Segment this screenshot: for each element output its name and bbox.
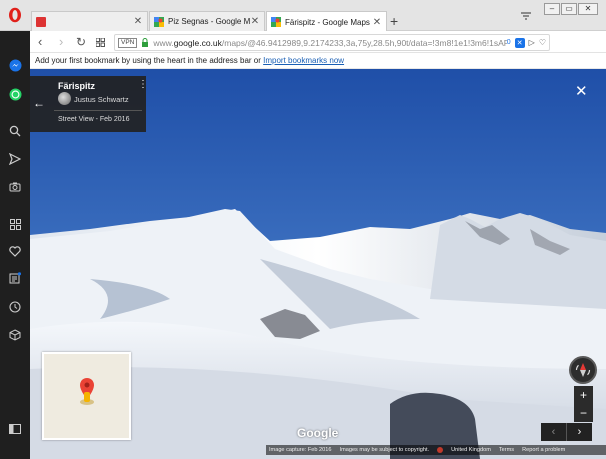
close-window-button[interactable]: ✕ — [578, 3, 598, 15]
tab-farispitz[interactable]: Färispitz - Google Maps ✕ — [266, 11, 387, 32]
zoom-controls: + − — [574, 386, 593, 422]
minimize-button[interactable]: – — [544, 3, 560, 15]
place-title[interactable]: Färispitz — [58, 81, 95, 91]
new-tab-button[interactable]: + — [390, 13, 398, 29]
next-image-button[interactable]: › — [567, 423, 592, 441]
vpn-badge[interactable]: VPN — [118, 37, 138, 48]
address-bar-row: ‹ › ↻ VPN www.google.co.uk/maps/@46.9412… — [0, 31, 606, 78]
lock-icon[interactable] — [141, 38, 149, 47]
close-streetview-icon[interactable]: ✕ — [575, 82, 588, 100]
copyright-text: Images may be subject to copyright. — [339, 447, 430, 453]
attribution-footer: Image capture: Feb 2016 Images may be su… — [266, 445, 606, 455]
speed-dial-sidebar-icon[interactable] — [8, 217, 22, 231]
zoom-in-button[interactable]: + — [574, 386, 593, 404]
tab-piz-segnas[interactable]: Piz Segnas - Google Maps ✕ — [149, 11, 265, 31]
opera-sidebar — [0, 31, 30, 459]
close-x-icon[interactable]: ✕ — [514, 37, 525, 48]
tab-menu-icon[interactable] — [521, 12, 531, 23]
opera-logo-icon — [9, 7, 21, 23]
tab-label: Piz Segnas - Google Maps — [168, 17, 250, 26]
street-view-info-card: Färispitz ⋮ Justus Schwartz Street View … — [30, 76, 148, 132]
ad-block-badge[interactable]: 0 — [506, 37, 511, 48]
compass-icon — [575, 363, 591, 377]
camera-icon[interactable] — [8, 179, 22, 193]
divider — [54, 110, 142, 111]
region-link[interactable]: United Kingdom — [451, 447, 491, 453]
tab-close-icon[interactable]: ✕ — [250, 16, 260, 27]
heart-bookmarks-icon[interactable] — [8, 244, 22, 258]
whatsapp-icon[interactable] — [8, 87, 22, 101]
messenger-icon[interactable] — [8, 58, 22, 72]
image-capture-text: Image capture: Feb 2016 — [269, 447, 332, 453]
maximize-button[interactable]: ▭ — [561, 3, 577, 15]
compass-button[interactable] — [569, 356, 597, 384]
search-icon[interactable] — [8, 124, 22, 138]
send-icon[interactable]: ▷ — [529, 38, 535, 47]
tab-favicon-icon — [36, 16, 46, 27]
opera-menu-button[interactable] — [6, 6, 24, 24]
reload-button[interactable]: ↻ — [76, 34, 86, 50]
flow-send-icon[interactable] — [8, 152, 22, 166]
bookmark-heart-icon[interactable]: ♡ — [539, 38, 546, 47]
previous-image-button[interactable]: ‹ — [541, 423, 567, 441]
minimap[interactable] — [42, 352, 131, 440]
bookmark-bar: Add your first bookmark by using the hea… — [30, 53, 606, 69]
tab-close-icon[interactable]: ✕ — [133, 16, 143, 27]
forward-button[interactable]: › — [59, 34, 63, 50]
author-name[interactable]: Justus Schwartz — [74, 95, 129, 104]
capture-date: Street View - Feb 2016 — [58, 116, 130, 123]
history-clock-icon[interactable] — [8, 300, 22, 314]
news-icon[interactable] — [8, 271, 22, 285]
speed-dial-icon[interactable] — [95, 35, 105, 51]
sidebar-toggle-icon[interactable] — [8, 422, 22, 436]
tab-close-icon[interactable]: ✕ — [372, 17, 382, 28]
url-text: www.google.co.uk/maps/@46.9412989,9.2174… — [153, 37, 507, 48]
google-maps-favicon-icon — [154, 16, 164, 27]
avatar[interactable] — [58, 92, 71, 105]
tab-label: Färispitz - Google Maps — [285, 17, 370, 27]
more-options-icon[interactable]: ⋮ — [138, 80, 148, 90]
import-bookmarks-link[interactable]: Import bookmarks now — [263, 56, 344, 65]
terms-link[interactable]: Terms — [499, 447, 514, 453]
report-problem-link[interactable]: Report a problem — [522, 447, 565, 453]
region-flag-icon — [437, 447, 444, 453]
back-arrow-icon[interactable]: ← — [33, 96, 45, 110]
google-maps-favicon-icon — [271, 17, 281, 27]
map-pin-icon — [44, 354, 129, 438]
zoom-out-button[interactable]: − — [574, 404, 593, 422]
google-logo: Google — [297, 426, 339, 440]
back-button[interactable]: ‹ — [38, 34, 42, 50]
image-navigation: ‹ › — [541, 423, 592, 441]
bookmark-hint-text: Add your first bookmark by using the hea… — [35, 56, 261, 65]
url-field[interactable]: VPN www.google.co.uk/maps/@46.9412989,9.… — [114, 34, 550, 51]
tab-bar: ✕ Piz Segnas - Google Maps ✕ Färispitz -… — [0, 0, 606, 32]
tab-redacted[interactable]: ✕ — [31, 11, 148, 31]
extensions-cube-icon[interactable] — [8, 328, 22, 342]
